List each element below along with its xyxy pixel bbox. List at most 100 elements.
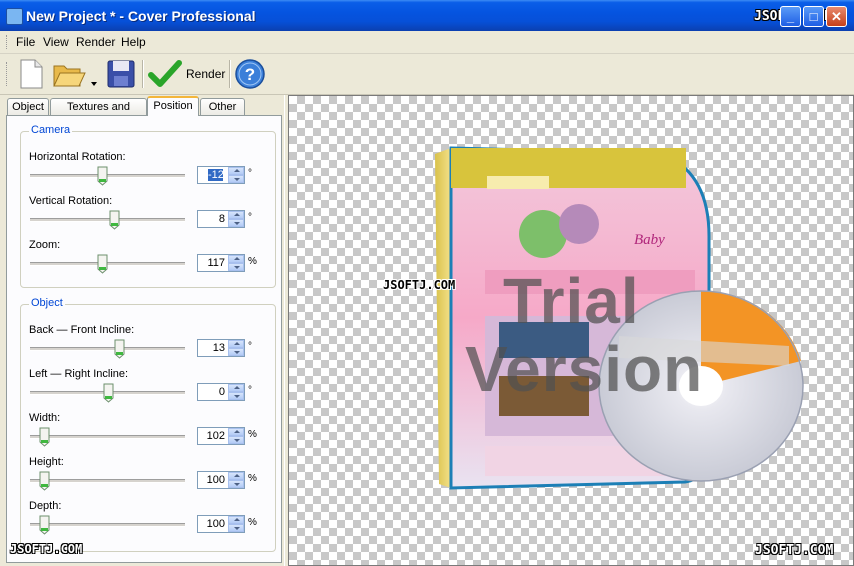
menu-render[interactable]: Render — [76, 35, 115, 49]
maximize-icon: □ — [809, 9, 818, 24]
open-folder-icon[interactable] — [52, 58, 86, 90]
object-group-title: Object — [29, 297, 65, 309]
horizontal-rotation-label: Horizontal Rotation: — [29, 151, 126, 163]
menu-grip — [6, 35, 10, 49]
zoom-unit: % — [248, 256, 257, 267]
horizontal-rotation-value[interactable]: -12 — [208, 169, 224, 181]
back-front-incline-spinner[interactable]: 13 — [197, 339, 245, 357]
back-front-incline-unit: ° — [248, 341, 252, 352]
vertical-rotation-track — [30, 218, 185, 222]
spinner-up-icon[interactable] — [228, 340, 244, 348]
tab-object[interactable]: Object — [7, 98, 49, 115]
depth-value[interactable]: 100 — [198, 518, 225, 530]
window-title: New Project * - Cover Professional — [26, 8, 256, 24]
title-bar[interactable]: New Project * - Cover Professional JSOFT… — [0, 0, 854, 31]
preview-canvas[interactable]: Baby Trial Version JSOFTJ.COM JSOFTJ.COM — [288, 95, 854, 566]
spinner-down-icon[interactable] — [228, 524, 244, 532]
spinner-down-icon[interactable] — [228, 263, 244, 271]
menu-file[interactable]: File — [16, 35, 35, 49]
height-track — [30, 479, 185, 483]
close-icon: ✕ — [831, 9, 842, 24]
depth-slider[interactable] — [39, 515, 50, 535]
spinner-down-icon[interactable] — [228, 480, 244, 488]
svg-text:Baby: Baby — [634, 232, 665, 248]
width-slider[interactable] — [39, 427, 50, 447]
toolbar-separator — [229, 60, 231, 88]
maximize-button[interactable]: □ — [803, 6, 824, 27]
svg-text:?: ? — [245, 65, 255, 84]
app-icon — [6, 8, 23, 25]
zoom-value[interactable]: 117 — [198, 257, 225, 269]
close-button[interactable]: ✕ — [826, 6, 847, 27]
watermark-bottom-left: JSOFTJ.COM — [10, 542, 83, 556]
left-right-incline-value[interactable]: 0 — [198, 386, 225, 398]
depth-label: Depth: — [29, 500, 62, 512]
height-label: Height: — [29, 456, 64, 468]
camera-group-title: Camera — [29, 124, 73, 136]
horizontal-rotation-slider[interactable] — [97, 166, 108, 186]
toolbar-grip — [6, 62, 10, 86]
spinner-up-icon[interactable] — [228, 211, 244, 219]
width-track — [30, 435, 185, 439]
vertical-rotation-spinner[interactable]: 8 — [197, 210, 245, 228]
minimize-icon: _ — [786, 9, 795, 24]
trial-watermark-line2: Version — [465, 333, 704, 405]
left-right-incline-slider[interactable] — [103, 383, 114, 403]
spinner-down-icon[interactable] — [228, 348, 244, 356]
depth-spinner[interactable]: 100 — [197, 515, 245, 533]
zoom-label: Zoom: — [29, 239, 61, 251]
tab-other[interactable]: Other — [200, 98, 245, 115]
depth-track — [30, 523, 185, 527]
zoom-slider[interactable] — [97, 254, 108, 274]
horizontal-rotation-unit: ° — [248, 168, 252, 179]
vertical-rotation-label: Vertical Rotation: — [29, 195, 113, 207]
depth-unit: % — [248, 517, 257, 528]
back-front-incline-value[interactable]: 13 — [198, 342, 225, 354]
render-button-label[interactable]: Render — [186, 67, 225, 81]
width-label: Width: — [29, 412, 61, 424]
watermark-bottom-right: JSOFTJ.COM — [755, 543, 834, 558]
spinner-down-icon[interactable] — [228, 392, 244, 400]
menu-view[interactable]: View — [43, 35, 69, 49]
trial-watermark-line1: Trial — [503, 265, 640, 337]
left-right-incline-label: Left — Right Incline: — [29, 368, 129, 380]
spinner-up-icon[interactable] — [228, 516, 244, 524]
left-right-incline-spinner[interactable]: 0 — [197, 383, 245, 401]
zoom-spinner[interactable]: 117 — [197, 254, 245, 272]
back-front-incline-slider[interactable] — [114, 339, 125, 359]
save-icon[interactable] — [106, 58, 136, 90]
help-icon[interactable]: ? — [234, 58, 266, 90]
vertical-rotation-value[interactable]: 8 — [198, 213, 225, 225]
menu-bar: File View Render Help — [0, 31, 854, 54]
tab-position[interactable]: Position — [147, 96, 199, 116]
vertical-rotation-unit: ° — [248, 212, 252, 223]
width-value[interactable]: 102 — [198, 430, 225, 442]
spinner-up-icon[interactable] — [228, 472, 244, 480]
horizontal-rotation-spinner[interactable]: -12 — [197, 166, 245, 184]
watermark-center: JSOFTJ.COM — [383, 278, 456, 292]
height-spinner[interactable]: 100 — [197, 471, 245, 489]
spinner-up-icon[interactable] — [228, 428, 244, 436]
height-value[interactable]: 100 — [198, 474, 225, 486]
back-front-incline-track — [30, 347, 185, 351]
height-slider[interactable] — [39, 471, 50, 491]
spinner-up-icon[interactable] — [228, 384, 244, 392]
toolbar-separator — [142, 60, 144, 88]
spinner-down-icon[interactable] — [228, 436, 244, 444]
tab-textures-and-colors[interactable]: Textures and Colors — [50, 98, 147, 129]
menu-help[interactable]: Help — [121, 35, 146, 49]
new-document-icon[interactable] — [16, 58, 46, 90]
spinner-up-icon[interactable] — [228, 167, 244, 175]
left-right-incline-unit: ° — [248, 385, 252, 396]
spinner-up-icon[interactable] — [228, 255, 244, 263]
height-unit: % — [248, 473, 257, 484]
spinner-down-icon[interactable] — [228, 219, 244, 227]
minimize-button[interactable]: _ — [780, 6, 801, 27]
spinner-down-icon[interactable] — [228, 175, 244, 183]
vertical-rotation-slider[interactable] — [109, 210, 120, 230]
width-spinner[interactable]: 102 — [197, 427, 245, 445]
toolbar: Render ? — [0, 54, 854, 95]
width-unit: % — [248, 429, 257, 440]
back-front-incline-label: Back — Front Incline: — [29, 324, 135, 336]
render-check-icon[interactable] — [148, 58, 182, 90]
